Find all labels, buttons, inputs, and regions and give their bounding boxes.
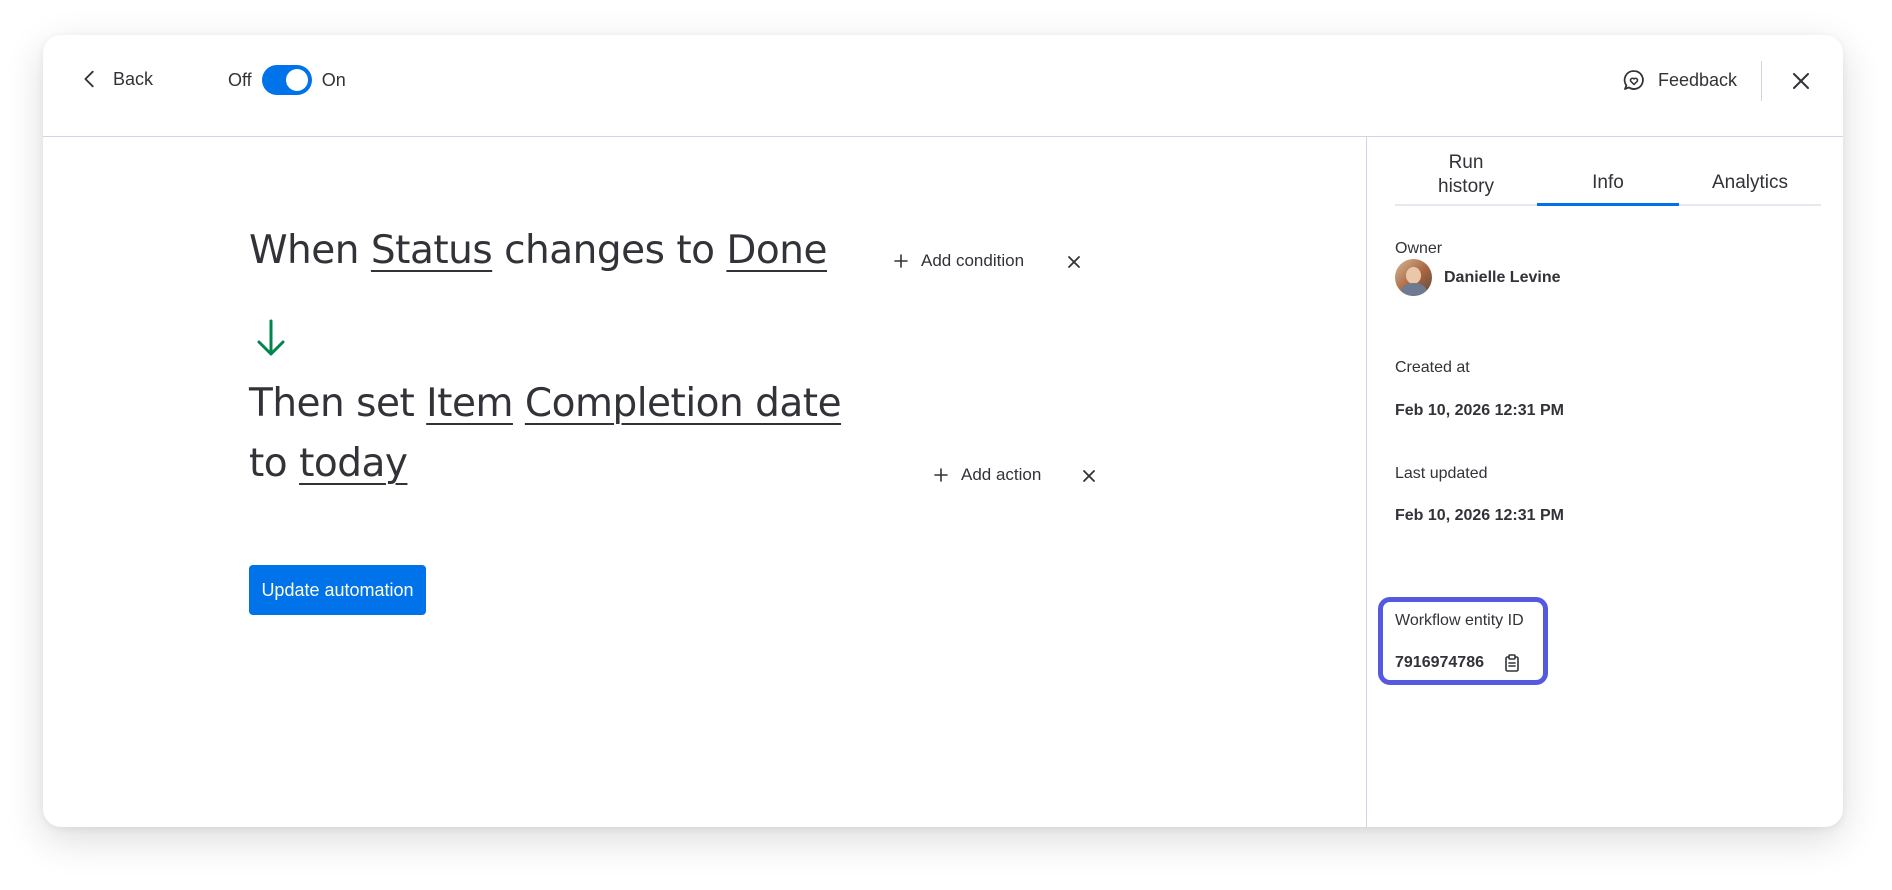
entity-id-value: 7916974786 (1395, 654, 1484, 671)
trigger-value-token[interactable]: Done (726, 228, 827, 273)
add-condition-label: Add condition (921, 251, 1025, 270)
tab-run-history-line1: Run (1448, 152, 1484, 173)
remove-action-icon[interactable] (1081, 468, 1097, 484)
automation-modal: Back Off On Feedback When Status changes… (43, 35, 1843, 827)
remove-trigger-icon[interactable] (1066, 254, 1082, 270)
back-label: Back (113, 68, 154, 89)
trigger-column-token[interactable]: Status (371, 228, 493, 273)
back-button[interactable]: Back (79, 68, 153, 90)
automation-editor: When Status changes to Done Add conditio… (43, 137, 1366, 827)
copy-icon[interactable] (1502, 653, 1522, 673)
trigger-middle: changes to (504, 228, 715, 273)
add-condition-button[interactable]: Add condition (893, 251, 1024, 271)
entity-id-label: Workflow entity ID (1395, 612, 1524, 629)
created-at-label: Created at (1395, 359, 1470, 376)
action-target-token[interactable]: Item (426, 381, 513, 426)
header-divider (1761, 61, 1762, 101)
trigger-sentence: When Status changes to Done (249, 228, 828, 273)
last-updated-label: Last updated (1395, 465, 1488, 482)
add-action-label: Add action (961, 465, 1042, 484)
feedback-button[interactable]: Feedback (1622, 68, 1737, 92)
sidebar-tabs: Run history Info Analytics (1395, 152, 1821, 206)
trigger-prefix: When (249, 228, 360, 273)
add-action-button[interactable]: Add action (933, 465, 1041, 485)
owner-row: Danielle Levine (1395, 259, 1561, 296)
arrow-down-icon (257, 319, 285, 356)
action-connector: to (249, 441, 288, 486)
avatar (1395, 259, 1432, 296)
feedback-label: Feedback (1658, 69, 1738, 90)
close-icon (1793, 73, 1809, 89)
action-sentence-line1: Then set Item Completion date (249, 381, 842, 426)
tab-info[interactable]: Info (1537, 159, 1679, 206)
chevron-left-icon (84, 70, 94, 88)
entity-id-row: 7916974786 (1395, 653, 1522, 673)
toggle-on-label: On (321, 69, 346, 90)
action-sentence-line2: to today (249, 441, 408, 486)
close-button[interactable] (1789, 69, 1813, 93)
feedback-icon (1623, 70, 1644, 90)
tab-run-history[interactable]: Run history (1395, 151, 1537, 204)
info-sidebar: Run history Info Analytics Owner Daniell… (1366, 137, 1843, 827)
owner-label: Owner (1395, 240, 1443, 257)
toggle-knob (285, 69, 308, 91)
plus-icon (934, 468, 948, 482)
toggle-off-label: Off (228, 69, 252, 90)
created-at-value: Feb 10, 2026 12:31 PM (1395, 402, 1564, 419)
modal-header: Back Off On Feedback (43, 35, 1843, 137)
tab-run-history-line2: history (1438, 176, 1494, 197)
update-automation-button[interactable]: Update automation (249, 565, 426, 615)
action-column-token[interactable]: Completion date (525, 381, 842, 426)
last-updated-value: Feb 10, 2026 12:31 PM (1395, 507, 1564, 524)
action-prefix: Then set (249, 381, 415, 426)
on-off-toggle-group: Off On (228, 65, 346, 95)
owner-name: Danielle Levine (1444, 268, 1561, 286)
automation-toggle[interactable] (261, 65, 312, 95)
plus-icon (894, 254, 908, 268)
action-value-token[interactable]: today (299, 441, 408, 486)
tab-analytics[interactable]: Analytics (1679, 159, 1821, 204)
